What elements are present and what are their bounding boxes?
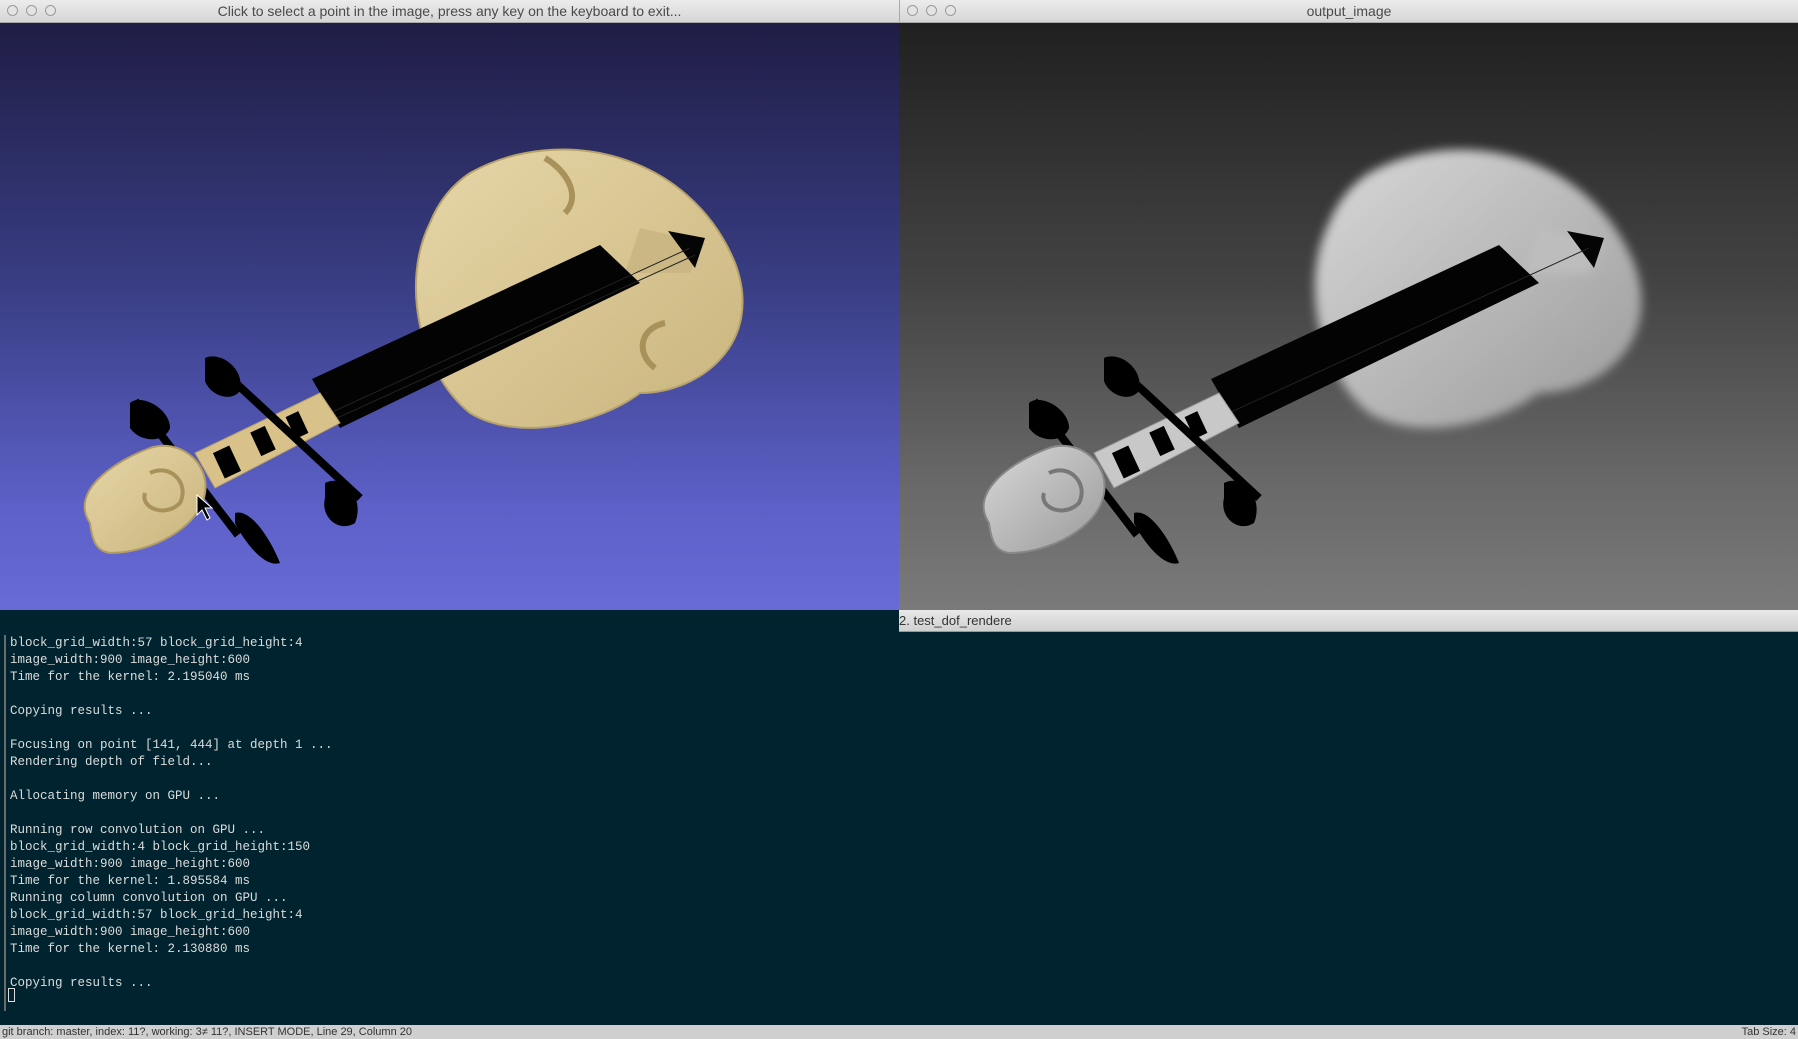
output-titlebar[interactable]: output_image xyxy=(899,0,1798,23)
terminal-cursor xyxy=(8,988,15,1002)
terminal-line: image_width:900 image_height:600 xyxy=(10,925,251,939)
blurred-violin-render xyxy=(982,149,1642,564)
terminal-line: block_grid_width:57 block_grid_height:4 xyxy=(10,636,303,650)
output-title: output_image xyxy=(1306,3,1392,19)
viewer-titlebar[interactable]: Click to select a point in the image, pr… xyxy=(0,0,899,23)
terminal-tab[interactable]: 2. test_dof_rendere xyxy=(899,610,1798,632)
terminal-line: image_width:900 image_height:600 xyxy=(10,653,251,667)
terminal-line: block_grid_width:4 block_grid_height:150 xyxy=(10,840,311,854)
status-bar-tab-size: Tab Size: 4 xyxy=(1741,1026,1796,1038)
violin-model-grayscale xyxy=(982,149,1642,564)
close-window-button[interactable] xyxy=(907,5,918,16)
terminal-tab-title: 2. test_dof_rendere xyxy=(899,613,1012,628)
viewer-window[interactable]: Click to select a point in the image, pr… xyxy=(0,0,899,624)
minimize-window-button[interactable] xyxy=(926,5,937,16)
terminal-line: Allocating memory on GPU ... xyxy=(10,789,221,803)
close-window-button[interactable] xyxy=(7,5,18,16)
violin-render[interactable] xyxy=(0,23,899,624)
output-window[interactable]: output_image xyxy=(899,0,1798,610)
terminal-line: image_width:900 image_height:600 xyxy=(10,857,251,871)
viewer-title: Click to select a point in the image, pr… xyxy=(217,3,682,19)
output-viewport xyxy=(899,23,1798,610)
status-bar: git branch: master, index: 11?, working:… xyxy=(0,1025,1798,1039)
terminal-line: Copying results ... xyxy=(10,976,153,990)
terminal-window[interactable]: 2. test_dof_rendere block_grid_width:57 … xyxy=(0,610,1798,1039)
terminal-line: Time for the kernel: 1.895584 ms xyxy=(10,874,251,888)
terminal-line: Copying results ... xyxy=(10,704,153,718)
render-viewport[interactable] xyxy=(0,23,899,624)
violin-model xyxy=(83,148,744,564)
terminal-line: Focusing on point [141, 444] at depth 1 … xyxy=(10,738,333,752)
terminal-line: Running column convolution on GPU ... xyxy=(10,891,288,905)
status-bar-info: git branch: master, index: 11?, working:… xyxy=(2,1026,412,1038)
terminal-output[interactable]: block_grid_width:57 block_grid_height:4i… xyxy=(4,635,1788,1011)
terminal-line: Running row convolution on GPU ... xyxy=(10,823,266,837)
terminal-line: Time for the kernel: 2.130880 ms xyxy=(10,942,251,956)
window-controls[interactable] xyxy=(907,5,956,16)
terminal-line: block_grid_width:57 block_grid_height:4 xyxy=(10,908,303,922)
terminal-line: Time for the kernel: 2.195040 ms xyxy=(10,670,251,684)
window-controls[interactable] xyxy=(7,5,56,16)
zoom-window-button[interactable] xyxy=(945,5,956,16)
minimize-window-button[interactable] xyxy=(26,5,37,16)
terminal-line: Rendering depth of field... xyxy=(10,755,213,769)
zoom-window-button[interactable] xyxy=(45,5,56,16)
